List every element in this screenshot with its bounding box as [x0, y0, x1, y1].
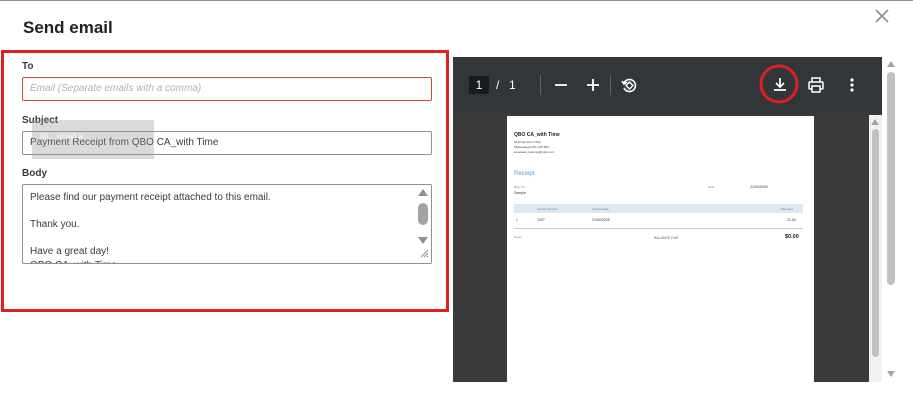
drag-ghost: Mi... email a...: [32, 120, 154, 159]
toolbar-divider: [610, 75, 611, 95]
table-row-invoice-number: 1007: [537, 218, 545, 222]
balance-due-label: BALANCE DUE: [654, 236, 679, 240]
to-placeholder: Email (Separate emails with a comma): [30, 83, 202, 94]
page-separator: /: [496, 78, 500, 92]
rotate-icon[interactable]: [619, 75, 639, 95]
page-total: 1: [509, 78, 516, 92]
download-highlight-circle: [759, 64, 799, 104]
body-textarea[interactable]: Please find our payment receipt attached…: [22, 184, 432, 264]
to-label: To: [22, 61, 34, 72]
print-icon[interactable]: [806, 75, 826, 95]
page-number-input[interactable]: 1: [469, 76, 489, 94]
pdf-page: QBO CA_with Time 3130 Spectrum Way Missi…: [507, 116, 814, 382]
pdf-toolbar: 1 / 1: [453, 57, 882, 113]
receipt-company: QBO CA_with Time: [514, 132, 560, 138]
close-icon[interactable]: [871, 5, 893, 27]
scroll-up-arrow-icon[interactable]: [418, 189, 428, 196]
body-label: Body: [22, 168, 47, 179]
receipt-address-2: Mississauga ON L4W 5B2: [514, 145, 550, 149]
bill-to-value: Sample: [514, 191, 526, 195]
body-scroll-thumb[interactable]: [418, 203, 428, 225]
dialog-scrollbar[interactable]: [884, 57, 899, 382]
pdf-scrollbar[interactable]: [869, 115, 882, 382]
balance-due-value: $0.00: [785, 234, 799, 240]
dialog-top-border: [0, 0, 913, 1]
scroll-down-arrow-icon[interactable]: [887, 371, 895, 377]
toolbar-divider: [540, 75, 541, 95]
dialog-scroll-thumb[interactable]: [887, 72, 895, 285]
pdf-scroll-thumb[interactable]: [872, 129, 879, 357]
dialog-title: Send email: [23, 18, 113, 37]
date-value: 21/04/2025: [750, 185, 768, 189]
table-row-invoice-date: 21/04/2025: [592, 218, 610, 222]
bill-to-label: BILL TO: [514, 185, 525, 189]
col-header-invoice-date: Invoice Date: [592, 207, 609, 211]
scroll-up-arrow-icon[interactable]: [871, 119, 879, 125]
table-divider: [514, 228, 803, 229]
pdf-viewer: 1 / 1 QBO CA_with Time 3130 Spectrum Way…: [453, 57, 882, 382]
body-scrollbar[interactable]: [416, 185, 431, 263]
table-row-index: 1: [516, 218, 518, 222]
scroll-down-arrow-icon[interactable]: [418, 237, 428, 244]
zoom-out-icon[interactable]: [551, 75, 571, 95]
receipt-address-1: 3130 Spectrum Way: [514, 140, 542, 144]
scroll-up-arrow-icon[interactable]: [887, 61, 895, 67]
receipt-email: anastasia_labonte@intuit.com: [514, 150, 555, 154]
body-text: Please find our payment receipt attached…: [30, 192, 271, 263]
zoom-in-icon[interactable]: [583, 75, 603, 95]
col-header-payment: Payment: [781, 207, 793, 211]
to-email-input[interactable]: Email (Separate emails with a comma): [22, 77, 432, 101]
resize-grip-icon[interactable]: [419, 248, 429, 258]
receipt-title: Receipt: [514, 171, 535, 177]
table-row-payment: 21.00: [787, 218, 796, 222]
col-header-invoice-number: Invoice Number: [537, 207, 559, 211]
notes-label: Notes: [514, 235, 522, 239]
drag-ghost-text: Mi... email a...: [40, 132, 90, 141]
date-label: Date: [708, 185, 715, 189]
more-vert-icon[interactable]: [842, 75, 862, 95]
